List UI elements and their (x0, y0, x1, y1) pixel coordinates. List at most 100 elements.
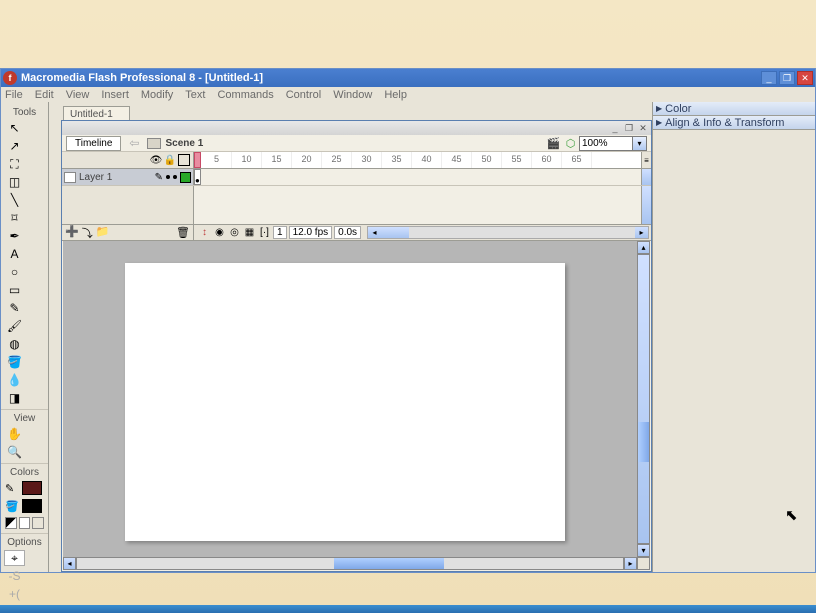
line-tool-icon[interactable]: ╲ (4, 192, 25, 208)
eyedropper-tool-icon[interactable]: 💧 (4, 372, 25, 388)
stage-scroll-up-icon[interactable]: ▴ (637, 241, 650, 254)
expand-icon: ▶ (656, 118, 662, 127)
stage-area[interactable] (63, 241, 650, 557)
edit-symbols-icon[interactable]: ⬡ (564, 137, 577, 150)
snap-option-icon[interactable]: ⌖ (4, 550, 25, 566)
menu-window[interactable]: Window (333, 89, 372, 101)
scroll-thumb[interactable] (381, 227, 409, 238)
text-tool-icon[interactable]: A (4, 246, 25, 262)
doc-maximize-icon[interactable]: ❐ (623, 123, 635, 133)
scroll-left-icon[interactable]: ◂ (368, 227, 381, 238)
oval-tool-icon[interactable]: ○ (4, 264, 25, 280)
rectangle-tool-icon[interactable]: ▭ (4, 282, 25, 298)
timeline-vscroll-track[interactable] (641, 186, 651, 224)
app-window: f Macromedia Flash Professional 8 - [Unt… (0, 68, 816, 573)
align-panel-header[interactable]: ▶ Align & Info & Transform (653, 116, 815, 130)
color-panel-header[interactable]: ▶ Color (653, 102, 815, 116)
titlebar: f Macromedia Flash Professional 8 - [Unt… (1, 69, 815, 87)
layer-name[interactable]: Layer 1 (79, 172, 152, 183)
pencil-tool-icon[interactable]: ✎ (4, 300, 25, 316)
stroke-color-swatch[interactable] (22, 481, 42, 495)
layer-lock-dot-icon[interactable] (173, 175, 177, 179)
outline-column-icon[interactable] (178, 154, 190, 166)
edit-multiple-frames-icon[interactable]: ▦ (243, 226, 256, 239)
keyframe-icon[interactable] (194, 169, 201, 185)
modify-onion-markers-icon[interactable]: [·] (258, 226, 271, 239)
hand-tool-icon[interactable]: ✋ (4, 426, 25, 442)
lasso-tool-icon[interactable]: ⌑ (4, 210, 25, 226)
selection-tool-icon[interactable]: ↖ (4, 120, 25, 136)
ruler-tick: 35 (382, 152, 412, 168)
no-color-button[interactable] (19, 517, 31, 529)
timeline-vscroll[interactable] (641, 169, 651, 185)
scroll-right-icon[interactable]: ▸ (635, 227, 648, 238)
eraser-tool-icon[interactable]: ◨ (4, 390, 25, 406)
menu-text[interactable]: Text (185, 89, 205, 101)
doc-close-icon[interactable]: ✕ (637, 123, 649, 133)
menu-help[interactable]: Help (384, 89, 407, 101)
edit-scene-icon[interactable]: 🎬 (547, 137, 560, 150)
stage-hscroll-thumb[interactable] (334, 558, 444, 569)
onion-skin-outlines-icon[interactable]: ◎ (228, 226, 241, 239)
timeline-button[interactable]: Timeline (66, 136, 121, 151)
menu-view[interactable]: View (66, 89, 90, 101)
smooth-option-icon[interactable]: -S (4, 568, 25, 584)
stage-scroll-down-icon[interactable]: ▾ (637, 544, 650, 557)
brush-tool-icon[interactable]: 🖌 (4, 318, 25, 334)
stage-vscroll-track[interactable] (637, 254, 650, 544)
subselection-tool-icon[interactable]: ↗ (4, 138, 25, 154)
app-title: Macromedia Flash Professional 8 - [Untit… (21, 72, 761, 84)
menu-control[interactable]: Control (286, 89, 321, 101)
timeline-hscroll[interactable]: ◂ ▸ (367, 226, 649, 239)
layer-row[interactable]: Layer 1 ✎ (62, 169, 194, 185)
scene-icon (147, 138, 161, 149)
colors-title: Colors (1, 466, 48, 479)
pen-tool-icon[interactable]: ✒ (4, 228, 25, 244)
delete-layer-icon[interactable]: 🗑 (176, 226, 190, 239)
zoom-tool-icon[interactable]: 🔍 (4, 444, 25, 460)
free-transform-tool-icon[interactable]: ⛶ (4, 156, 25, 172)
eye-column-icon[interactable]: 👁 (150, 154, 162, 166)
menu-modify[interactable]: Modify (141, 89, 173, 101)
stage-canvas[interactable] (125, 263, 565, 541)
zoom-input[interactable]: 100% (579, 136, 633, 151)
ink-bottle-tool-icon[interactable]: ◍ (4, 336, 25, 352)
swap-colors-button[interactable] (32, 517, 44, 529)
maximize-button[interactable]: ❐ (779, 71, 795, 85)
elapsed-time: 0.0s (334, 226, 361, 239)
frame-track[interactable] (194, 169, 641, 185)
gradient-transform-tool-icon[interactable]: ◫ (4, 174, 25, 190)
lock-column-icon[interactable]: 🔒 (164, 154, 176, 166)
insert-folder-icon[interactable]: 📁 (96, 225, 110, 241)
menu-file[interactable]: File (5, 89, 23, 101)
current-frame: 1 (273, 226, 287, 239)
ruler-tick: 55 (502, 152, 532, 168)
frame-ruler[interactable]: 5 10 15 20 25 30 35 40 45 50 55 60 (194, 152, 641, 168)
ruler-tick: 25 (322, 152, 352, 168)
stage-scroll-right-icon[interactable]: ▸ (624, 557, 637, 570)
stage-vscroll-thumb[interactable] (638, 422, 649, 462)
back-arrow-icon[interactable]: ⇦ (129, 136, 139, 150)
playhead-icon[interactable] (194, 152, 201, 168)
close-button[interactable]: ✕ (797, 71, 813, 85)
onion-skin-icon[interactable]: ◉ (213, 226, 226, 239)
menu-insert[interactable]: Insert (101, 89, 129, 101)
ruler-menu-icon[interactable]: ≡ (641, 152, 651, 168)
default-colors-button[interactable] (5, 517, 17, 529)
menu-edit[interactable]: Edit (35, 89, 54, 101)
insert-layer-icon[interactable]: ➕ (65, 225, 79, 241)
layer-outline-swatch[interactable] (180, 172, 191, 183)
fill-color-swatch[interactable] (22, 499, 42, 513)
add-motion-guide-icon[interactable]: ⤵ (82, 225, 93, 241)
minimize-button[interactable]: _ (761, 71, 777, 85)
doc-minimize-icon[interactable]: _ (609, 123, 621, 133)
layer-visible-dot-icon[interactable] (166, 175, 170, 179)
stage-hscroll-track[interactable] (76, 557, 624, 570)
frame-rate: 12.0 fps (289, 226, 333, 239)
paint-bucket-tool-icon[interactable]: 🪣 (4, 354, 25, 370)
stage-scroll-left-icon[interactable]: ◂ (63, 557, 76, 570)
center-frame-icon[interactable]: ↕ (198, 226, 211, 239)
menu-commands[interactable]: Commands (217, 89, 273, 101)
zoom-dropdown-icon[interactable]: ▾ (633, 136, 647, 151)
straighten-option-icon[interactable]: +( (4, 586, 25, 602)
